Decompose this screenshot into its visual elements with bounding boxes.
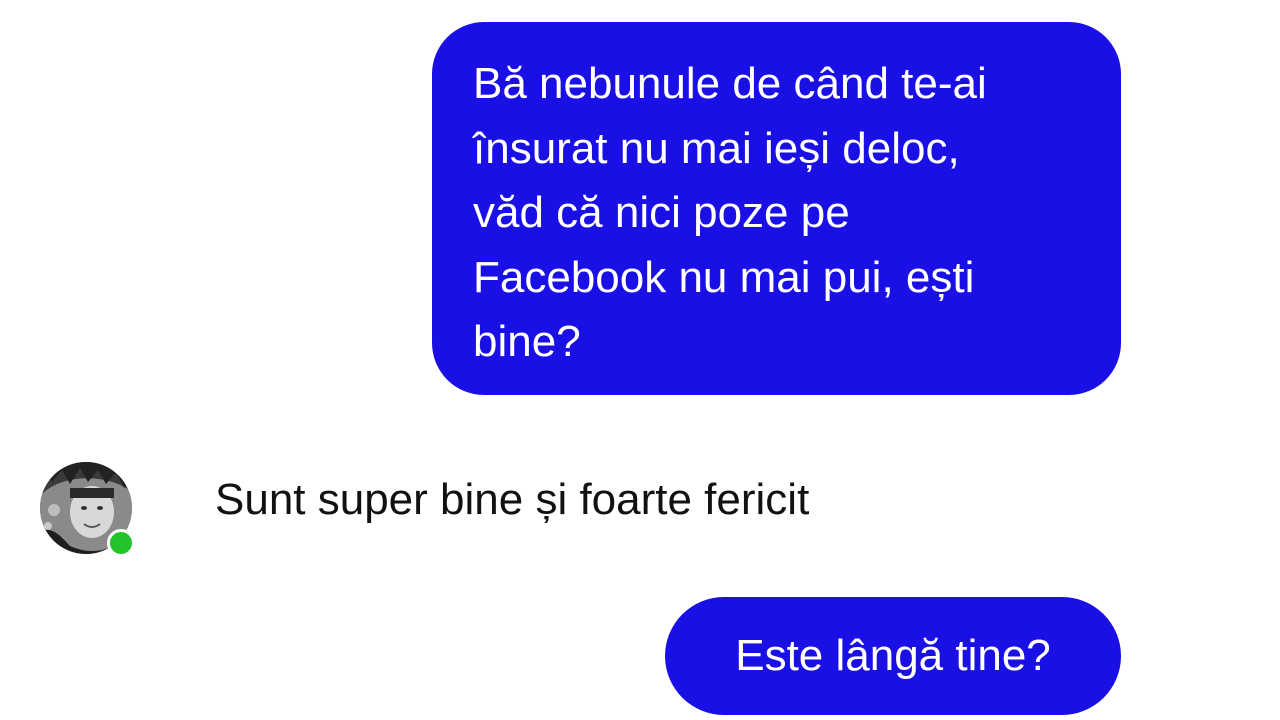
incoming-message-row: Sunt super bine și foarte fericit <box>40 462 1040 558</box>
outgoing-message-bubble[interactable]: Bă nebunule de când te-ai însurat nu mai… <box>432 22 1121 395</box>
message-text: Este lângă tine? <box>735 631 1051 680</box>
chat-thread: Bă nebunule de când te-ai însurat nu mai… <box>0 0 1280 720</box>
incoming-message-text[interactable]: Sunt super bine și foarte fericit <box>215 472 809 528</box>
message-text: Bă nebunule de când te-ai însurat nu mai… <box>473 59 987 366</box>
outgoing-message-bubble[interactable]: Este lângă tine? <box>665 597 1121 715</box>
online-status-icon <box>107 529 135 557</box>
